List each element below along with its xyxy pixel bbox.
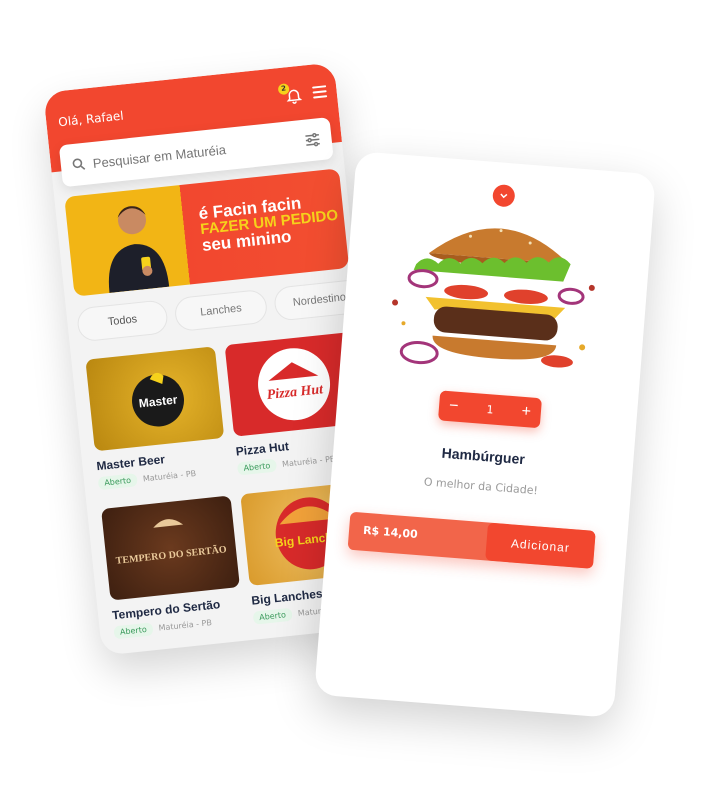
restaurant-location: Maturéia - PB bbox=[281, 454, 336, 469]
status-badge: Aberto bbox=[97, 473, 138, 491]
product-detail-screen: − 1 + Hambúrguer O melhor da Cidade! R$ … bbox=[314, 151, 656, 718]
restaurant-location: Maturéia - PB bbox=[142, 468, 197, 484]
promo-banner[interactable]: é Facin facin FAZER UM PEDIDO seu minino bbox=[64, 168, 350, 297]
chevron-down-icon bbox=[500, 193, 508, 199]
product-name: Hambúrguer bbox=[441, 444, 526, 468]
restaurant-card[interactable]: TEMPERO DO SERTÃO Tempero do Sertão Aber… bbox=[101, 495, 244, 640]
status-badge: Aberto bbox=[236, 458, 277, 476]
category-chip-todos[interactable]: Todos bbox=[75, 299, 170, 343]
restaurant-logo: TEMPERO DO SERTÃO bbox=[101, 495, 240, 601]
decrement-button[interactable]: − bbox=[448, 397, 459, 416]
greeting-text: Olá, Rafael bbox=[57, 108, 125, 130]
product-image bbox=[392, 228, 595, 368]
quantity-stepper: − 1 + bbox=[437, 390, 543, 429]
master-beer-logo: Master bbox=[132, 372, 185, 427]
restaurant-card[interactable]: Master Master Beer Aberto Maturéia - PB bbox=[85, 346, 228, 491]
add-to-cart-bar: R$ 14,00 Adicionar bbox=[347, 511, 596, 569]
add-button[interactable]: Adicionar bbox=[485, 522, 596, 569]
status-badge: Aberto bbox=[252, 607, 293, 625]
promo-banner-text: é Facin facin FAZER UM PEDIDO seu minino bbox=[198, 191, 341, 255]
increment-button[interactable]: + bbox=[521, 403, 532, 422]
quantity-value: 1 bbox=[485, 402, 494, 417]
svg-text:TEMPERO DO SERTÃO: TEMPERO DO SERTÃO bbox=[115, 543, 227, 567]
tempero-logo: TEMPERO DO SERTÃO bbox=[115, 519, 227, 567]
filter-icon[interactable] bbox=[303, 130, 323, 150]
product-description: O melhor da Cidade! bbox=[423, 475, 539, 498]
product-price: R$ 14,00 bbox=[362, 523, 419, 542]
collapse-button[interactable] bbox=[491, 183, 516, 208]
notifications-button[interactable]: 2 bbox=[277, 83, 304, 106]
menu-icon[interactable] bbox=[312, 85, 328, 99]
restaurant-location: Maturéia - PB bbox=[158, 618, 213, 633]
search-icon bbox=[72, 158, 86, 170]
restaurant-logo: Master bbox=[85, 346, 225, 452]
status-badge: Aberto bbox=[113, 622, 154, 640]
category-chip-lanches[interactable]: Lanches bbox=[173, 288, 269, 333]
promo-person-image bbox=[108, 206, 170, 293]
